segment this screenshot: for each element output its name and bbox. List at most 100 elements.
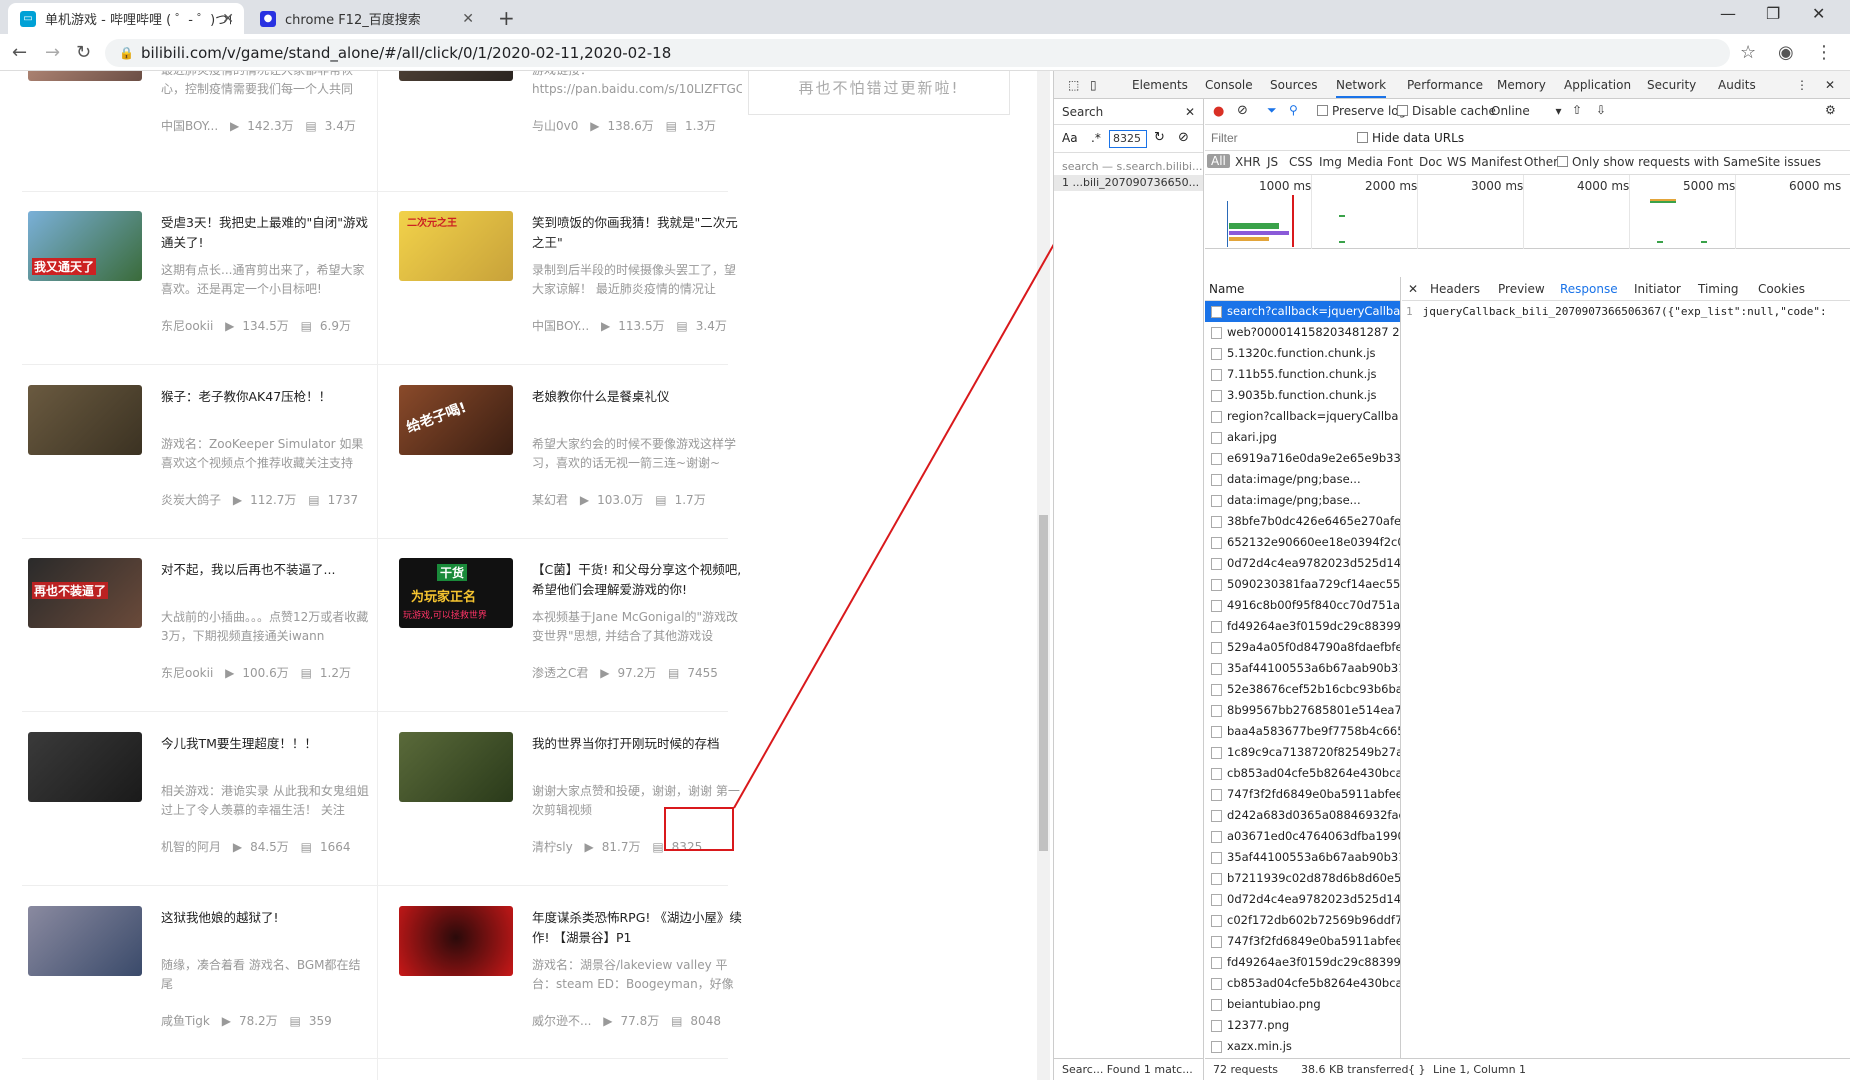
tab-headers[interactable]: Headers (1430, 282, 1480, 296)
tab-network[interactable]: Network (1336, 78, 1387, 98)
search-close-icon[interactable]: ✕ (1185, 99, 1195, 125)
request-row[interactable]: 652132e90660ee18e0394f2c0 (1205, 532, 1400, 553)
devtools-close-icon[interactable]: ✕ (1825, 78, 1835, 92)
request-row[interactable]: 38bfe7b0dc426e6465e270afe (1205, 511, 1400, 532)
tab-bilibili[interactable]: ▭ 单机游戏 - 哔哩哔哩 ( ゜- ゜)つロ... ✕ (8, 3, 244, 34)
video-card[interactable]: 这狱我他娘的越狱了! 随缘，凑合着看 游戏名、BGM都在结尾 咸鱼Tigk ▶ 7… (28, 906, 368, 1046)
video-author[interactable]: 中国BOY... (161, 119, 218, 133)
request-row[interactable]: c02f172db602b72569b96ddf7 (1205, 910, 1400, 931)
page-scrollbar-thumb[interactable] (1039, 515, 1048, 851)
video-card[interactable]: 游戏链接：https://pan.baidu.com/s/10LIZFTGCAn… (399, 71, 742, 151)
request-row[interactable]: fd49264ae3f0159dc29c88399 (1205, 952, 1400, 973)
address-input[interactable]: 🔒 bilibili.com/v/game/stand_alone/#/all/… (105, 39, 1730, 67)
type-css[interactable]: CSS (1289, 155, 1313, 169)
video-author[interactable]: 与山0v0 (532, 119, 578, 133)
close-tab-icon[interactable]: ✕ (222, 11, 234, 27)
request-row[interactable]: data:image/png;base... (1205, 469, 1400, 490)
request-row[interactable]: e6919a716e0da9e2e65e9b33. (1205, 448, 1400, 469)
request-row[interactable]: 529a4a05f0d84790a8fdaefbfe (1205, 637, 1400, 658)
video-author[interactable]: 渗透之C君 (532, 666, 588, 680)
close-detail-icon[interactable]: ✕ (1408, 282, 1418, 296)
video-card[interactable]: 猴子：老子教你AK47压枪！！ 游戏名：ZooKeeper Simulator … (28, 385, 368, 525)
close-tab-icon[interactable]: ✕ (462, 11, 474, 27)
video-card[interactable]: 今儿我TM要生理超度！！！ 相关游戏：港诡实录 从此我和女鬼组姐过上了令人羡慕的… (28, 732, 371, 872)
type-img[interactable]: Img (1319, 155, 1342, 169)
video-thumbnail[interactable] (28, 906, 142, 976)
video-card[interactable]: 最近肺炎疫情的情况让大家都非常恢心，控制疫情需要我们每一个人共同 中国BOY..… (28, 71, 368, 151)
type-doc[interactable]: Doc (1419, 155, 1442, 169)
request-row[interactable]: 0d72d4c4ea9782023d525d14 (1205, 889, 1400, 910)
type-other[interactable]: Other (1524, 155, 1558, 169)
type-all[interactable]: All (1207, 154, 1230, 168)
tab-response[interactable]: Response (1560, 282, 1618, 296)
video-title[interactable]: 老娘教你什么是餐桌礼仪 (532, 387, 742, 407)
request-row[interactable]: a03671ed0c4764063dfba1990 (1205, 826, 1400, 847)
request-row[interactable]: 3.9035b.function.chunk.js (1205, 385, 1400, 406)
video-title[interactable]: 今儿我TM要生理超度！！！ (161, 734, 371, 754)
video-title[interactable]: 【C菌】干货! 和父母分享这个视频吧, 希望他们会理解爱游戏的你! (532, 560, 742, 600)
request-row[interactable]: 1c89c9ca7138720f82549b27a (1205, 742, 1400, 763)
video-author[interactable]: 机智的阿月 (161, 840, 221, 854)
tab-cookies[interactable]: Cookies (1758, 282, 1805, 296)
request-row[interactable]: cb853ad04cfe5b8264e430bca (1205, 763, 1400, 784)
request-row[interactable]: 12377.png (1205, 1015, 1400, 1036)
request-row[interactable]: 5.1320c.function.chunk.js (1205, 343, 1400, 364)
video-author[interactable]: 威尔逊不... (532, 1014, 591, 1028)
video-author[interactable]: 东尼ookii (161, 666, 213, 680)
video-thumbnail[interactable]: 我又通天了 (28, 211, 142, 281)
type-media[interactable]: Media (1347, 155, 1383, 169)
export-har-icon[interactable]: ⇩ (1596, 103, 1606, 117)
regex-icon[interactable]: .* (1091, 131, 1101, 145)
request-row[interactable]: akari.jpg (1205, 427, 1400, 448)
video-thumbnail[interactable]: 二次元之王 (399, 211, 513, 281)
page-scrollbar[interactable] (1037, 71, 1050, 1080)
request-row[interactable]: 5090230381faa729cf14aec55a (1205, 574, 1400, 595)
video-thumbnail[interactable]: 再也不装逼了 (28, 558, 142, 628)
tab-preview[interactable]: Preview (1498, 282, 1545, 296)
samesite-checkbox[interactable]: Only show requests with SameSite issues (1557, 155, 1821, 169)
record-icon[interactable]: ● (1213, 104, 1224, 119)
tab-application[interactable]: Application (1564, 78, 1631, 92)
back-icon[interactable]: ← (12, 42, 27, 63)
video-card[interactable]: 我又通天了 受虐3天！我把史上最难的"自闭"游戏通关了! 这期有点长...通宵剪… (28, 211, 368, 351)
video-title[interactable]: 受虐3天！我把史上最难的"自闭"游戏通关了! (161, 213, 371, 253)
request-row[interactable]: baa4a583677be9f7758b4c665 (1205, 721, 1400, 742)
device-toolbar-icon[interactable]: ▯ (1090, 78, 1097, 92)
video-card[interactable]: 我的世界当你打开刚玩时候的存档 谢谢大家点赞和投硬，谢谢，谢谢 第一次剪辑视频 … (399, 732, 740, 872)
format-braces-icon[interactable]: { } (1408, 1059, 1426, 1081)
request-row[interactable]: xazx.min.js (1205, 1036, 1400, 1057)
video-thumbnail[interactable] (399, 732, 513, 802)
reload-icon[interactable]: ↻ (76, 42, 91, 63)
request-row[interactable]: 4916c8b00f95f840cc70d751a (1205, 595, 1400, 616)
video-thumbnail[interactable] (28, 71, 142, 81)
request-row[interactable]: 747f3f2fd6849e0ba5911abfee (1205, 784, 1400, 805)
request-row[interactable]: cb853ad04cfe5b8264e430bca (1205, 973, 1400, 994)
video-author[interactable]: 东尼ookii (161, 319, 213, 333)
network-overview[interactable]: 1000 ms 2000 ms 3000 ms 4000 ms 5000 ms … (1205, 175, 1850, 249)
tab-sources[interactable]: Sources (1270, 78, 1317, 92)
request-row[interactable]: d242a683d0365a08846932fac (1205, 805, 1400, 826)
request-row[interactable]: 8b99567bb27685801e514ea7 (1205, 700, 1400, 721)
type-js[interactable]: JS (1267, 155, 1278, 169)
clear-search-icon[interactable]: ⊘ (1178, 130, 1189, 145)
tab-memory[interactable]: Memory (1497, 78, 1546, 92)
tab-timing[interactable]: Timing (1698, 282, 1739, 296)
request-row[interactable]: 0d72d4c4ea9782023d525d14 (1205, 553, 1400, 574)
tab-performance[interactable]: Performance (1407, 78, 1483, 92)
tab-initiator[interactable]: Initiator (1634, 282, 1681, 296)
request-row[interactable]: search?callback=jqueryCallba (1205, 301, 1400, 322)
video-title[interactable]: 年度谋杀类恐怖RPG! 《湖边小屋》续作! 【湖景谷】P1 (532, 908, 742, 948)
type-xhr[interactable]: XHR (1235, 155, 1261, 169)
disable-cache-checkbox[interactable]: Disable cache (1397, 104, 1496, 118)
new-tab-icon[interactable]: + (498, 6, 515, 30)
request-row[interactable]: b7211939c02d878d6b8d60e5 (1205, 868, 1400, 889)
video-author[interactable]: 炎炭大鸽子 (161, 493, 221, 507)
promo-banner[interactable]: 再也不怕错过更新啦! (748, 71, 1010, 115)
tab-audits[interactable]: Audits (1718, 78, 1756, 92)
filter-icon[interactable]: ⏷ (1267, 103, 1277, 118)
tab-security[interactable]: Security (1647, 78, 1696, 92)
window-close-icon[interactable]: ✕ (1812, 4, 1825, 23)
bookmark-star-icon[interactable]: ☆ (1740, 42, 1756, 63)
video-author[interactable]: 某幻君 (532, 493, 568, 507)
search-result-file[interactable]: search — s.search.bilibi... (1054, 159, 1203, 175)
